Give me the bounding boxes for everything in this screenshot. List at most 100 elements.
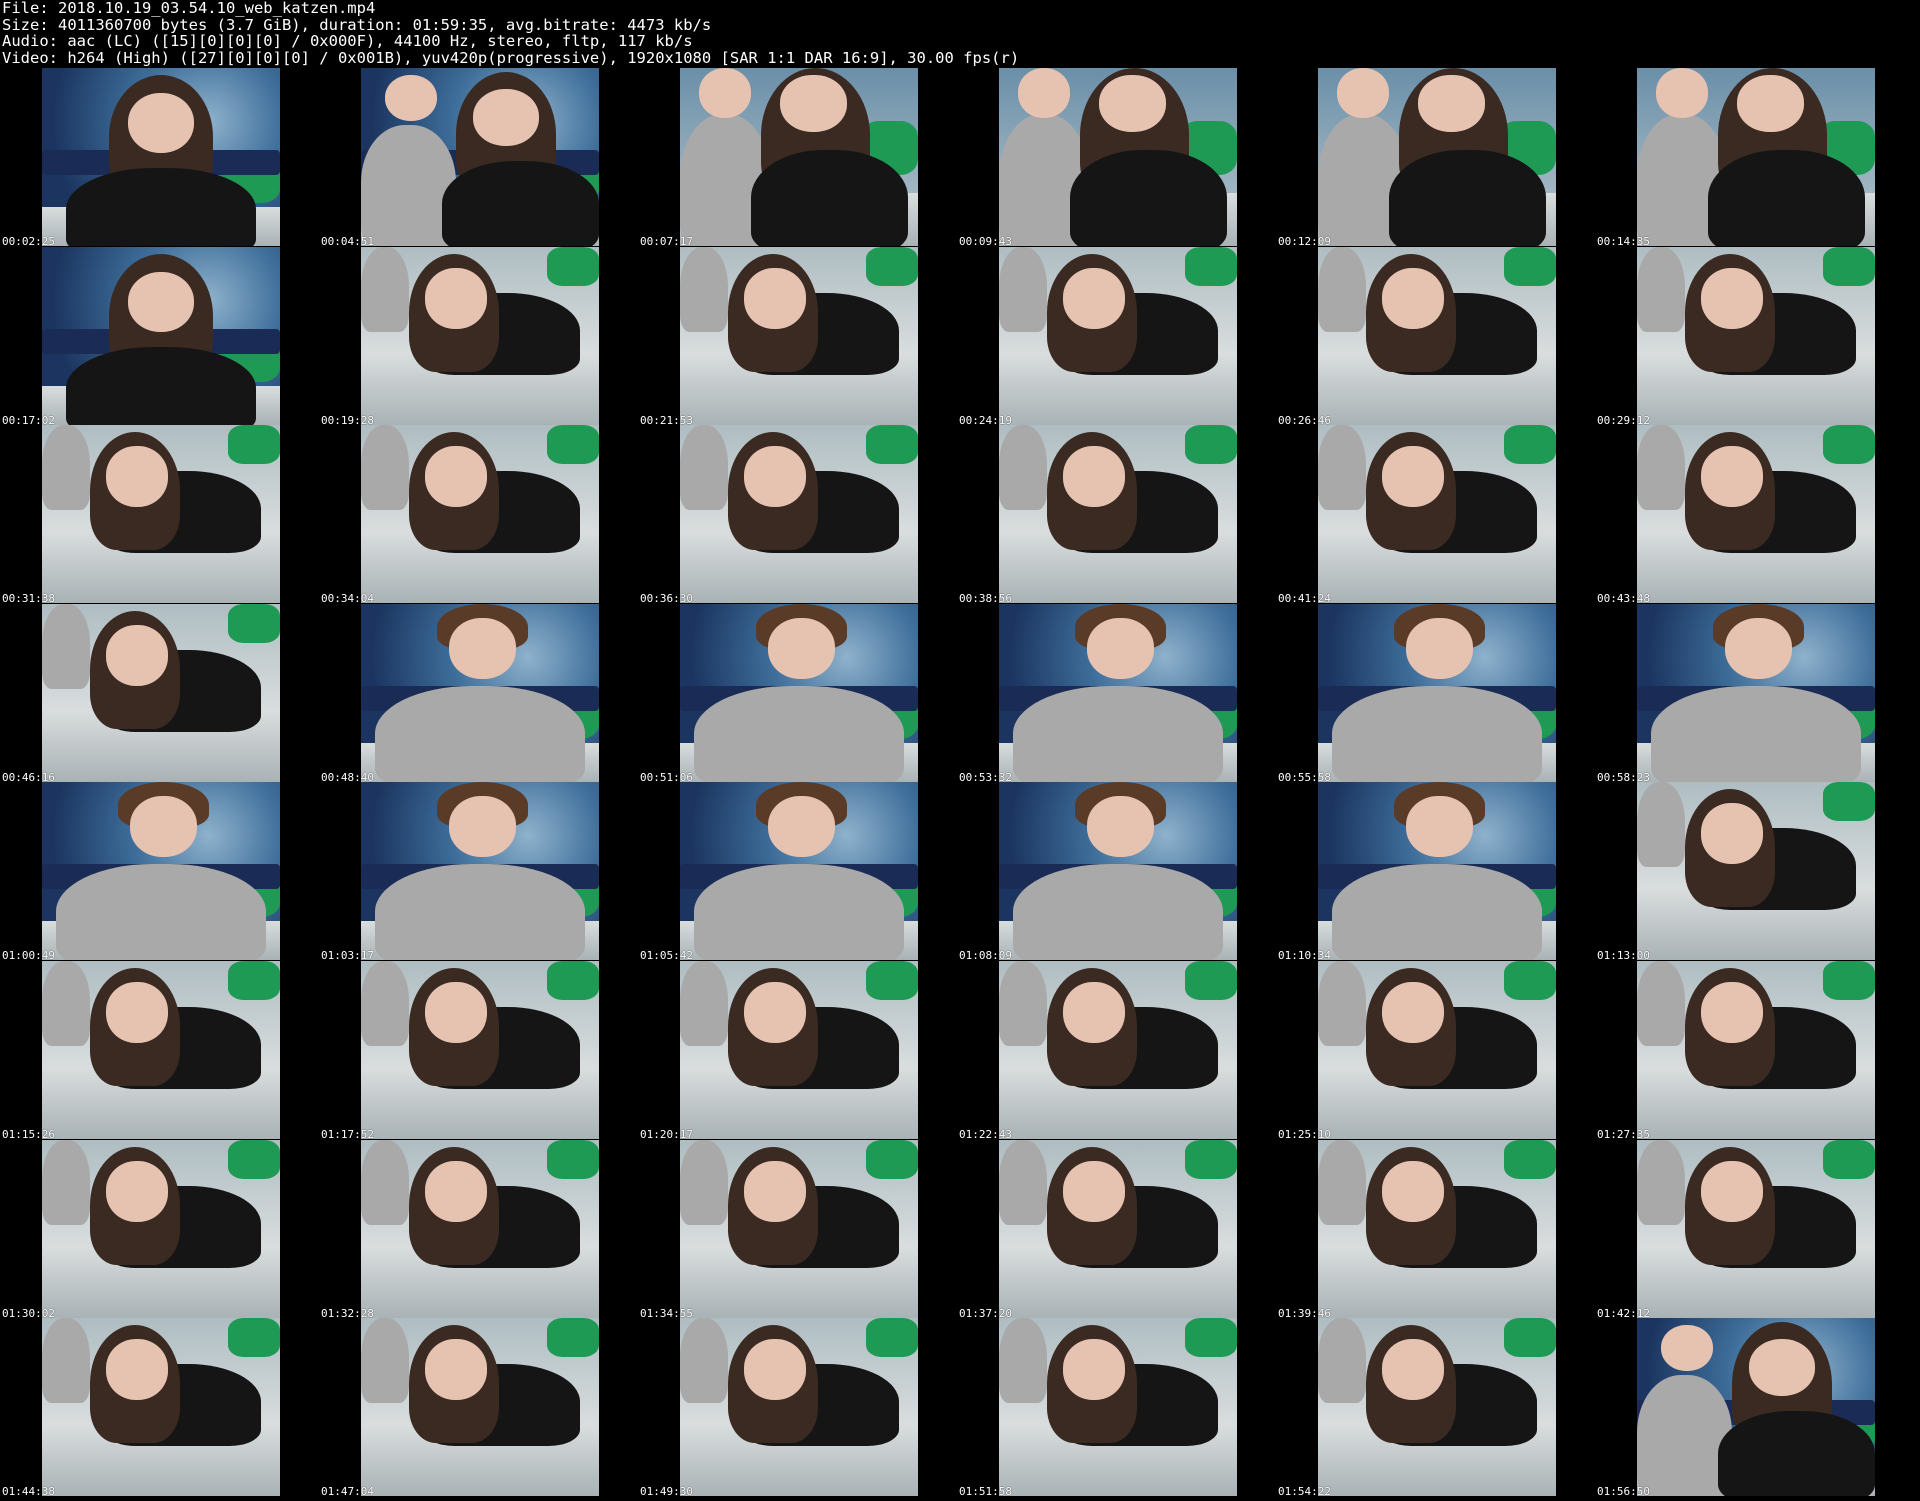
thumbnail-cell: 01:39:46 [1276,1140,1594,1319]
face [1701,803,1764,864]
face [699,68,752,118]
video-frame-thumbnail [361,247,599,425]
gray-hoodie [1318,1140,1366,1226]
gray-hoodie [694,863,904,960]
video-frame-thumbnail [999,1318,1237,1496]
thumbnail-cell: 01:54:22 [1276,1318,1594,1497]
video-frame-thumbnail [680,1318,918,1496]
timestamp-label: 01:22:43 [959,1128,1012,1141]
timestamp-label: 00:53:32 [959,771,1012,784]
face [1098,75,1166,133]
video-frame-thumbnail [1637,425,1875,603]
thumbnail-cell: 00:04:51 [319,68,637,248]
thumbnail-cell: 00:51:06 [638,604,956,783]
timestamp-label: 01:13:00 [1597,949,1650,962]
gray-hoodie [694,685,904,782]
timestamp-label: 00:48:40 [321,771,374,784]
thumbnail-cell: 00:46:16 [0,604,318,783]
gray-hoodie [680,425,728,511]
timestamp-label: 00:29:12 [1597,414,1650,427]
video-frame-thumbnail [1637,247,1875,425]
timestamp-label: 00:58:23 [1597,771,1650,784]
video-frame-thumbnail [42,68,280,246]
video-frame-thumbnail [361,425,599,603]
face [768,618,835,679]
thumbnail-cell: 00:29:12 [1595,247,1913,427]
video-frame-thumbnail [42,782,280,960]
black-shirt [65,167,257,246]
video-frame-thumbnail [680,1140,918,1318]
thumbnail-cell: 01:20:17 [638,961,956,1140]
video-frame-thumbnail [1637,68,1875,246]
green-pillow [865,1140,918,1180]
thumbnail-grid: 00:02:25 00:04:51 00:07:17 00:09:43 00:12:09… [0,68,1920,1498]
face [1087,796,1154,857]
gray-hoodie [1013,685,1223,782]
gray-hoodie [1651,685,1861,782]
video-frame-thumbnail [1637,1140,1875,1318]
video-frame-thumbnail [1318,604,1556,782]
black-shirt [1708,149,1866,246]
thumbnail-cell: 00:17:02 [0,247,318,426]
thumbnail-cell: 00:09:43 [957,68,1275,247]
face [1660,1325,1714,1372]
timestamp-label: 00:14:35 [1597,235,1650,248]
gray-hoodie [1318,247,1366,333]
face [106,1339,169,1400]
face [1736,75,1804,133]
thumbnail-cell: 00:07:17 [638,68,956,247]
thumbnail-cell: 01:00:49 [0,782,318,961]
face [1406,618,1473,679]
green-pillow [1184,1140,1237,1180]
face [744,1339,807,1400]
face [130,796,197,857]
video-frame-thumbnail [999,247,1237,425]
face [106,982,169,1043]
green-pillow [1822,425,1875,465]
face [127,92,195,154]
video-frame-thumbnail [999,1140,1237,1318]
gray-hoodie [1637,425,1685,511]
video-frame-thumbnail [680,604,918,782]
thumbnail-cell: 01:37:20 [957,1140,1275,1319]
file-info-header: File: 2018.10.19_03.54.10_web_katzen.mp4… [2,0,1902,66]
face [106,625,169,686]
video-frame-thumbnail [1318,782,1556,960]
video-frame-thumbnail [999,782,1237,960]
gray-hoodie [1332,863,1542,960]
timestamp-label: 00:31:38 [2,592,55,605]
thumbnail-cell: 00:36:30 [638,425,956,604]
video-frame-thumbnail [999,425,1237,603]
face [1063,446,1126,507]
face [425,982,488,1043]
green-pillow [1503,425,1556,465]
gray-hoodie [1318,425,1366,511]
video-frame-thumbnail [680,247,918,425]
gray-hoodie [999,1140,1047,1226]
face [1063,982,1126,1043]
gray-hoodie [361,1140,409,1226]
thumbnail-cell: 00:41:24 [1276,425,1594,604]
gray-hoodie [1318,961,1366,1047]
thumbnail-cell: 00:21:53 [638,247,956,426]
timestamp-label: 00:34:04 [321,592,374,605]
gray-hoodie [42,1318,90,1404]
thumbnail-cell: 00:38:56 [957,425,1275,604]
thumbnail-cell: 00:55:58 [1276,604,1594,783]
timestamp-label: 01:32:28 [321,1307,374,1320]
timestamp-label: 00:24:19 [959,414,1012,427]
gray-hoodie [999,1318,1047,1404]
face [744,1161,807,1222]
gray-hoodie [361,247,409,333]
black-shirt [441,160,599,246]
gray-hoodie [680,247,728,333]
green-pillow [227,425,280,465]
face [1406,796,1473,857]
timestamp-label: 00:04:51 [321,235,374,248]
face [449,618,516,679]
video-frame-thumbnail [42,1140,280,1318]
timestamp-label: 00:26:46 [1278,414,1331,427]
video-frame-thumbnail [42,604,280,782]
green-pillow [1822,247,1875,287]
thumbnail-cell: 01:22:43 [957,961,1275,1141]
